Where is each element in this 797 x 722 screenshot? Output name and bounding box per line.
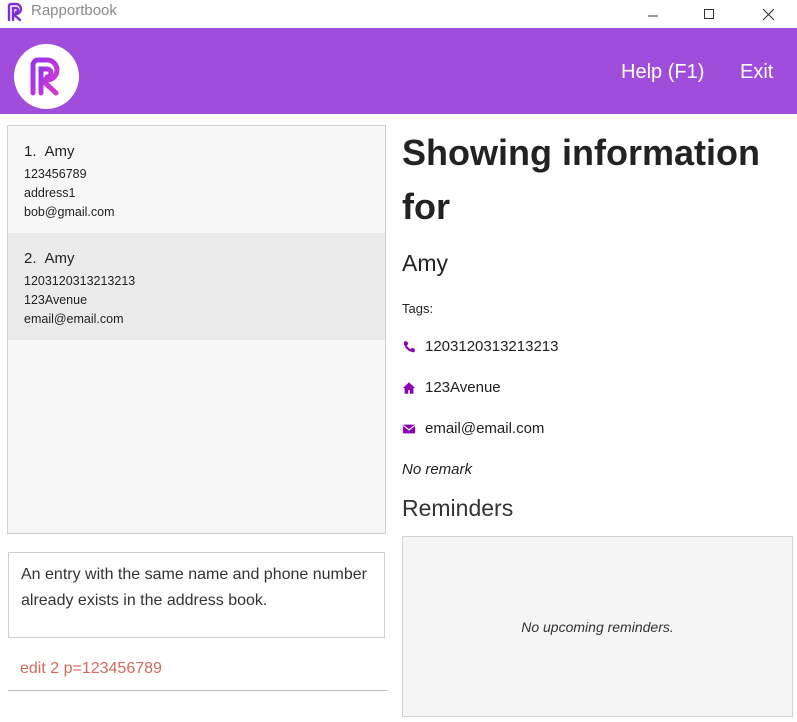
- person-index: 1.: [24, 143, 37, 160]
- reminders-heading: Reminders: [402, 495, 514, 521]
- detail-email-row: email@email.com: [402, 420, 544, 437]
- person-list[interactable]: 1. Amy 123456789 address1 bob@gmail.com 2…: [7, 125, 386, 534]
- person-email: bob@gmail.com: [24, 205, 115, 219]
- minimize-icon: [648, 15, 658, 17]
- result-display: An entry with the same name and phone nu…: [8, 552, 385, 638]
- person-card[interactable]: 2. Amy 1203120313213213 123Avenue email@e…: [8, 233, 385, 340]
- minimize-button[interactable]: [630, 0, 676, 28]
- app-logo-icon: [7, 2, 23, 22]
- envelope-icon: [402, 424, 416, 433]
- person-email: email@email.com: [24, 312, 124, 326]
- person-name: Amy: [44, 250, 75, 267]
- detail-heading: Showing information for: [402, 132, 760, 227]
- window-titlebar: Rapportbook: [0, 0, 797, 28]
- maximize-button[interactable]: [686, 0, 732, 28]
- help-menu[interactable]: Help (F1): [621, 61, 704, 84]
- person-address: address1: [24, 186, 76, 200]
- logo-icon: [30, 57, 59, 95]
- detail-phone-row: 1203120313213213: [402, 338, 558, 355]
- person-name: Amy: [44, 143, 75, 160]
- detail-name: Amy: [402, 250, 448, 276]
- close-button[interactable]: [745, 0, 791, 28]
- reminders-empty-text: No upcoming reminders.: [521, 618, 674, 635]
- person-address: 123Avenue: [24, 293, 88, 307]
- home-icon: [402, 381, 416, 394]
- command-input[interactable]: edit 2 p=123456789: [8, 652, 387, 691]
- phone-icon: [403, 340, 415, 352]
- detail-phone: 1203120313213213: [425, 338, 559, 355]
- person-index: 2.: [24, 250, 37, 267]
- close-icon: [762, 8, 774, 20]
- person-phone: 123456789: [24, 167, 87, 181]
- person-phone: 1203120313213213: [24, 274, 136, 288]
- detail-email: email@email.com: [425, 420, 545, 437]
- app-header: Help (F1) Exit: [0, 28, 797, 114]
- detail-remark: No remark: [402, 461, 473, 478]
- maximize-icon: [704, 9, 714, 19]
- window-title: Rapportbook: [31, 2, 117, 19]
- detail-address: 123Avenue: [425, 379, 501, 396]
- exit-menu[interactable]: Exit: [740, 61, 773, 84]
- rapportbook-logo: [14, 44, 79, 109]
- reminders-panel: No upcoming reminders.: [402, 536, 793, 717]
- detail-address-row: 123Avenue: [402, 379, 501, 396]
- detail-tags-label: Tags:: [402, 301, 434, 316]
- person-card[interactable]: 1. Amy 123456789 address1 bob@gmail.com: [8, 126, 385, 233]
- person-detail-panel: Showing information for Amy Tags: 120312…: [402, 125, 797, 521]
